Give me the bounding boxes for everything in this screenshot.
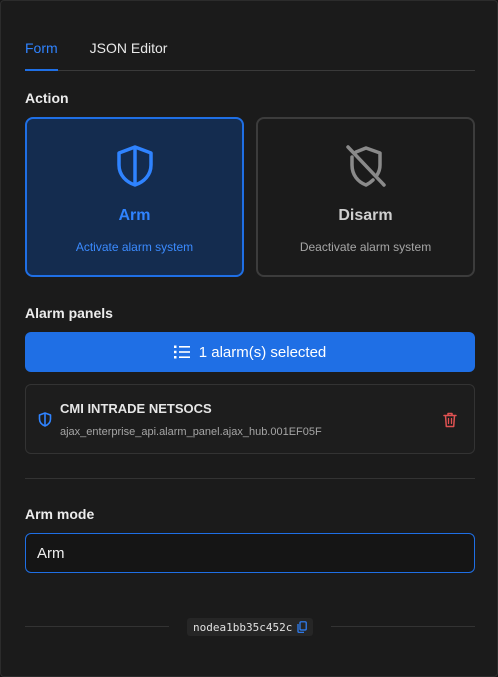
arm-title: Arm bbox=[118, 207, 151, 224]
node-id-text: nodea1bb35c452c bbox=[193, 620, 293, 634]
shield-icon bbox=[116, 145, 153, 187]
alarm-panel-id: ajax_enterprise_api.alarm_panel.ajax_hub… bbox=[60, 426, 322, 438]
shield-off-icon bbox=[345, 145, 386, 187]
select-button-label: 1 alarm(s) selected bbox=[198, 343, 327, 361]
disarm-description: Deactivate alarm system bbox=[299, 240, 432, 254]
disarm-option-card[interactable]: Disarm Deactivate alarm system bbox=[256, 117, 475, 277]
trash-icon[interactable] bbox=[443, 412, 457, 428]
arm-option-card[interactable]: Arm Activate alarm system bbox=[25, 117, 244, 277]
arm-mode-input[interactable] bbox=[25, 533, 475, 573]
alarm-panel-name: CMI INTRADE NETSOCS bbox=[60, 401, 212, 416]
tab-bar: Form JSON Editor bbox=[25, 39, 475, 71]
action-label: Action bbox=[25, 90, 69, 106]
shield-icon bbox=[38, 412, 52, 427]
alarm-panels-label: Alarm panels bbox=[25, 305, 113, 321]
list-icon bbox=[173, 345, 190, 359]
arm-mode-label: Arm mode bbox=[25, 506, 95, 522]
tab-form[interactable]: Form bbox=[25, 39, 58, 71]
arm-description: Activate alarm system bbox=[75, 240, 194, 254]
footer-divider-right bbox=[331, 626, 475, 627]
section-divider bbox=[25, 478, 475, 479]
node-config-panel: Form JSON Editor Action Arm Activate ala… bbox=[0, 0, 498, 677]
node-id-chip: nodea1bb35c452c bbox=[187, 618, 313, 636]
alarm-panel-item: CMI INTRADE NETSOCS ajax_enterprise_api.… bbox=[25, 384, 475, 454]
disarm-title: Disarm bbox=[338, 207, 393, 224]
select-alarm-panels-button[interactable]: 1 alarm(s) selected bbox=[25, 332, 475, 372]
copy-icon[interactable] bbox=[297, 621, 308, 633]
tab-json-editor[interactable]: JSON Editor bbox=[90, 39, 168, 70]
footer-divider-left bbox=[25, 626, 169, 627]
